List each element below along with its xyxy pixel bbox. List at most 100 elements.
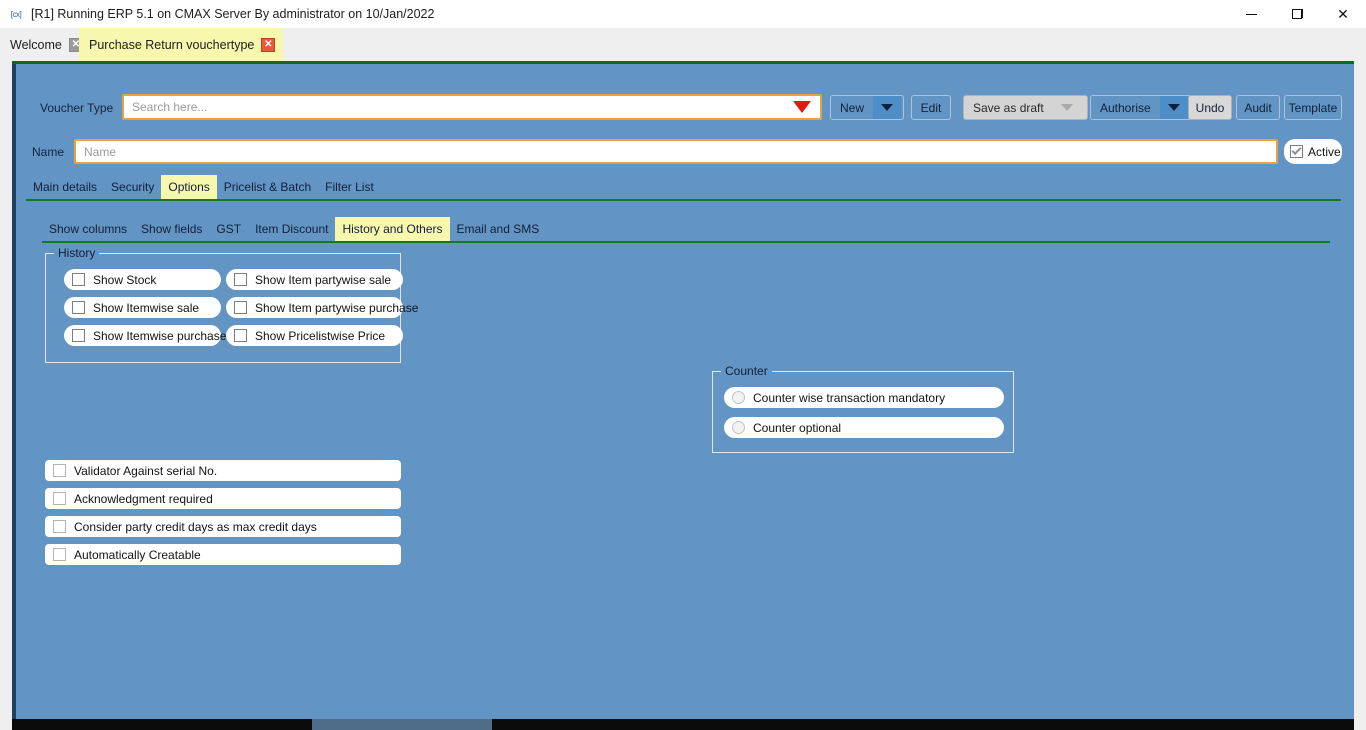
checkbox-show-item-partywise-sale-box[interactable] xyxy=(234,273,247,286)
tab-gst[interactable]: GST xyxy=(209,217,248,241)
checkbox-show-item-partywise-purchase-box[interactable] xyxy=(234,301,247,314)
name-input[interactable] xyxy=(76,144,1276,159)
checkbox-show-itemwise-sale-box[interactable] xyxy=(72,301,85,314)
tab-show-fields[interactable]: Show fields xyxy=(134,217,209,241)
tab-main-details[interactable]: Main details xyxy=(26,175,104,199)
radio-counter-optional-label: Counter optional xyxy=(753,420,842,435)
chevron-down-icon xyxy=(1060,104,1073,111)
counter-group-box: Counter Counter wise transaction mandato… xyxy=(712,364,1014,453)
edit-button[interactable]: Edit xyxy=(911,95,951,120)
voucher-type-search-field[interactable] xyxy=(122,94,822,120)
checkbox-show-itemwise-purchase-box[interactable] xyxy=(72,329,85,342)
radio-counter-optional[interactable]: Counter optional xyxy=(724,417,1004,438)
tab-welcome[interactable]: Welcome ✕ xyxy=(0,28,91,61)
checkbox-show-item-partywise-purchase-label: Show Item partywise purchase xyxy=(255,300,419,315)
active-checkbox-label: Active xyxy=(1308,144,1341,159)
horizontal-scrollbar[interactable] xyxy=(12,719,1354,730)
checkbox-show-itemwise-sale[interactable]: Show Itemwise sale xyxy=(64,297,221,318)
radio-counter-wise-transaction-mandatory-circle[interactable] xyxy=(732,391,745,404)
checkbox-show-stock-label: Show Stock xyxy=(93,272,157,287)
checkbox-validator-against-serial-no[interactable]: Validator Against serial No. xyxy=(45,460,401,481)
checkbox-show-itemwise-purchase[interactable]: Show Itemwise purchase xyxy=(64,325,226,346)
history-group-box: History Show Stock Show Itemwise sale Sh… xyxy=(45,246,418,363)
checkbox-automatically-creatable[interactable]: Automatically Creatable xyxy=(45,544,401,565)
voucher-type-label: Voucher Type xyxy=(40,101,114,115)
new-dropdown-arrow[interactable] xyxy=(873,96,902,119)
primary-tab-underline xyxy=(26,199,1341,201)
checkbox-show-item-partywise-purchase[interactable]: Show Item partywise purchase xyxy=(226,297,418,318)
history-group-title: History xyxy=(54,246,100,260)
app-logo-icon: [cx] xyxy=(10,9,22,19)
maximize-button[interactable] xyxy=(1274,0,1320,28)
secondary-tab-underline xyxy=(42,241,1330,243)
radio-counter-wise-transaction-mandatory-label: Counter wise transaction mandatory xyxy=(753,390,946,405)
checkbox-automatically-creatable-box[interactable] xyxy=(53,548,66,561)
checkbox-show-itemwise-sale-label: Show Itemwise sale xyxy=(93,300,200,315)
tab-welcome-label: Welcome xyxy=(10,37,62,52)
voucher-type-search-input[interactable] xyxy=(124,100,793,114)
dropdown-arrow-red-icon[interactable] xyxy=(793,101,811,113)
checkbox-acknowledgment-required-label: Acknowledgment required xyxy=(74,491,213,506)
authorise-button[interactable]: Authorise xyxy=(1090,95,1194,120)
active-checkbox-box[interactable] xyxy=(1290,145,1303,158)
checkmark-icon xyxy=(1291,145,1302,156)
minimize-icon xyxy=(1245,13,1257,15)
save-as-draft-button[interactable]: Save as draft xyxy=(963,95,1088,120)
checkbox-show-pricelistwise-price-box[interactable] xyxy=(234,329,247,342)
window-title: [R1] Running ERP 5.1 on CMAX Server By a… xyxy=(31,7,435,21)
horizontal-scrollbar-thumb[interactable] xyxy=(312,719,492,730)
checkbox-validator-against-serial-no-label: Validator Against serial No. xyxy=(74,463,218,478)
checkbox-show-item-partywise-sale-label: Show Item partywise sale xyxy=(255,272,392,287)
tab-options[interactable]: Options xyxy=(161,175,217,199)
form-canvas: Voucher Type New Edit Save as draft Auth… xyxy=(12,61,1354,722)
audit-button[interactable]: Audit xyxy=(1236,95,1280,120)
checkbox-show-item-partywise-sale[interactable]: Show Item partywise sale xyxy=(226,269,403,290)
close-icon: ✕ xyxy=(1337,6,1349,22)
checkbox-show-itemwise-purchase-label: Show Itemwise purchase xyxy=(93,328,227,343)
checkbox-consider-party-credit-days-box[interactable] xyxy=(53,520,66,533)
checkbox-validator-against-serial-no-box[interactable] xyxy=(53,464,66,477)
checkbox-acknowledgment-required[interactable]: Acknowledgment required xyxy=(45,488,401,509)
tab-security[interactable]: Security xyxy=(104,175,161,199)
tab-email-and-sms[interactable]: Email and SMS xyxy=(450,217,547,241)
primary-tab-bar: Main details Security Options Pricelist … xyxy=(26,175,381,199)
new-button[interactable]: New xyxy=(830,95,904,120)
tab-purchase-return-vouchertype-label: Purchase Return vouchertype xyxy=(89,37,255,52)
checkbox-acknowledgment-required-box[interactable] xyxy=(53,492,66,505)
checkbox-show-stock-box[interactable] xyxy=(72,273,85,286)
checkbox-consider-party-credit-days[interactable]: Consider party credit days as max credit… xyxy=(45,516,401,537)
window-controls: ✕ xyxy=(1228,0,1366,28)
tab-purchase-return-vouchertype-close-icon[interactable]: ✕ xyxy=(261,37,276,52)
close-button[interactable]: ✕ xyxy=(1320,0,1366,28)
undo-button[interactable]: Undo xyxy=(1188,95,1232,120)
checkbox-show-pricelistwise-price-label: Show Pricelistwise Price xyxy=(255,328,386,343)
radio-counter-wise-transaction-mandatory[interactable]: Counter wise transaction mandatory xyxy=(724,387,1004,408)
chevron-down-icon xyxy=(1167,104,1180,111)
name-field[interactable] xyxy=(74,139,1278,164)
tab-show-columns[interactable]: Show columns xyxy=(42,217,134,241)
maximize-icon xyxy=(1292,9,1303,19)
counter-group-title: Counter xyxy=(721,364,772,378)
radio-counter-optional-circle[interactable] xyxy=(732,421,745,434)
checkbox-show-stock[interactable]: Show Stock xyxy=(64,269,221,290)
checkbox-show-pricelistwise-price[interactable]: Show Pricelistwise Price xyxy=(226,325,403,346)
minimize-button[interactable] xyxy=(1228,0,1274,28)
tab-history-and-others[interactable]: History and Others xyxy=(335,217,450,241)
active-checkbox[interactable]: Active xyxy=(1284,139,1342,164)
name-label: Name xyxy=(32,145,65,159)
tab-pricelist-and-batch[interactable]: Pricelist & Batch xyxy=(217,175,318,199)
tab-item-discount[interactable]: Item Discount xyxy=(248,217,335,241)
save-as-draft-label: Save as draft xyxy=(964,96,1053,119)
left-edge-bar xyxy=(12,64,16,722)
tab-filter-list[interactable]: Filter List xyxy=(318,175,381,199)
save-as-draft-dropdown-arrow[interactable] xyxy=(1052,96,1081,119)
tab-purchase-return-vouchertype[interactable]: Purchase Return vouchertype ✕ xyxy=(79,28,284,61)
template-button[interactable]: Template xyxy=(1284,95,1342,120)
authorise-dropdown-arrow[interactable] xyxy=(1159,96,1188,119)
new-button-label: New xyxy=(831,96,874,119)
checkbox-automatically-creatable-label: Automatically Creatable xyxy=(74,547,201,562)
document-tab-strip: Welcome ✕ Purchase Return vouchertype ✕ … xyxy=(0,28,1366,86)
checkbox-consider-party-credit-days-label: Consider party credit days as max credit… xyxy=(74,519,317,534)
title-bar: [cx] [R1] Running ERP 5.1 on CMAX Server… xyxy=(0,0,1366,28)
secondary-tab-bar: Show columns Show fields GST Item Discou… xyxy=(42,217,546,241)
